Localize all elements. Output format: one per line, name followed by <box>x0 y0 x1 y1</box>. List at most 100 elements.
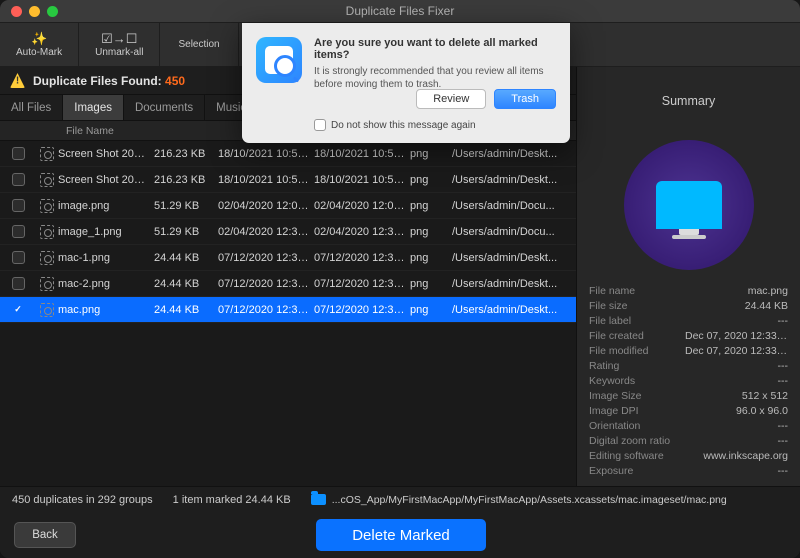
image-file-icon <box>40 303 54 317</box>
row-path: /Users/admin/Deskt... <box>452 174 576 186</box>
tab-all-files[interactable]: All Files <box>0 95 63 120</box>
found-label: Duplicate Files Found: <box>33 74 162 88</box>
row-ext: png <box>410 148 452 160</box>
property-key: Keywords <box>589 375 685 387</box>
table-row[interactable]: mac-1.png24.44 KB07/12/2020 12:34:...07/… <box>0 245 576 271</box>
row-size: 24.44 KB <box>154 304 218 316</box>
row-checkbox[interactable] <box>12 251 25 264</box>
property-value: --- <box>685 360 788 372</box>
trash-button[interactable]: Trash <box>494 89 556 109</box>
row-checkbox[interactable] <box>12 199 25 212</box>
property-key: Exposure <box>589 465 685 477</box>
row-date-created: 18/10/2021 10:55:... <box>218 174 314 186</box>
property-key: File created <box>589 330 685 342</box>
row-ext: png <box>410 304 452 316</box>
property-row: Digital zoom ratio--- <box>589 433 788 448</box>
minimize-icon[interactable] <box>29 6 40 17</box>
row-checkbox[interactable]: ✓ <box>12 303 25 316</box>
row-date-created: 07/12/2020 12:33:... <box>218 304 314 316</box>
unmarkall-label: Unmark-all <box>95 47 143 58</box>
property-key: Digital zoom ratio <box>589 435 685 447</box>
property-value: --- <box>685 465 788 477</box>
delete-marked-button[interactable]: Delete Marked <box>316 519 486 551</box>
row-date-modified: 07/12/2020 12:33:... <box>314 304 410 316</box>
property-row: Editing softwarewww.inkscape.org <box>589 448 788 463</box>
row-path: /Users/admin/Deskt... <box>452 148 576 160</box>
selection-button[interactable]: Selection <box>160 23 238 66</box>
row-size: 51.29 KB <box>154 226 218 238</box>
image-file-icon <box>40 251 54 265</box>
property-row: File size24.44 KB <box>589 298 788 313</box>
automark-button[interactable]: ✨ Auto-Mark <box>0 23 79 66</box>
row-checkbox[interactable] <box>12 173 25 186</box>
app-window: Duplicate Files Fixer ✨ Auto-Mark ☑→☐ Un… <box>0 0 800 558</box>
property-key: Editing software <box>589 450 685 462</box>
footer: Back Delete Marked <box>0 512 800 558</box>
property-value: --- <box>685 375 788 387</box>
row-filename: mac-2.png <box>58 278 154 290</box>
row-filename: mac.png <box>58 304 154 316</box>
table-row[interactable]: Screen Shot 2021-10-18 a...216.23 KB18/1… <box>0 141 576 167</box>
dont-show-checkbox[interactable]: Do not show this message again <box>314 119 556 131</box>
row-checkbox[interactable] <box>12 147 25 160</box>
row-size: 216.23 KB <box>154 174 218 186</box>
table-row[interactable]: mac-2.png24.44 KB07/12/2020 12:33:...07/… <box>0 271 576 297</box>
close-icon[interactable] <box>11 6 22 17</box>
property-value: 24.44 KB <box>685 300 788 312</box>
row-date-modified: 18/10/2021 10:55:... <box>314 148 410 160</box>
property-key: File size <box>589 300 685 312</box>
unmarkall-button[interactable]: ☑→☐ Unmark-all <box>79 23 160 66</box>
property-value: Dec 07, 2020 12:33:5... <box>685 330 788 342</box>
row-size: 51.29 KB <box>154 200 218 212</box>
row-path: /Users/admin/Deskt... <box>452 304 576 316</box>
tab-documents[interactable]: Documents <box>124 95 205 120</box>
tab-images[interactable]: Images <box>63 95 124 120</box>
maximize-icon[interactable] <box>47 6 58 17</box>
window-title: Duplicate Files Fixer <box>346 4 455 18</box>
app-icon <box>256 37 302 83</box>
property-row: File namemac.png <box>589 283 788 298</box>
table-body[interactable]: Screen Shot 2021-10-18 a...216.23 KB18/1… <box>0 141 576 486</box>
status-path: ...cOS_App/MyFirstMacApp/MyFirstMacApp/A… <box>332 494 727 506</box>
row-path: /Users/admin/Deskt... <box>452 252 576 264</box>
preview <box>577 135 800 275</box>
property-value: --- <box>685 315 788 327</box>
row-filename: mac-1.png <box>58 252 154 264</box>
row-ext: png <box>410 252 452 264</box>
back-button[interactable]: Back <box>14 522 76 548</box>
table-row[interactable]: image_1.png51.29 KB02/04/2020 12:34:...0… <box>0 219 576 245</box>
summary-title: Summary <box>577 67 800 135</box>
status-groups: 450 duplicates in 292 groups <box>12 494 153 506</box>
image-file-icon <box>40 173 54 187</box>
statusbar: 450 duplicates in 292 groups 1 item mark… <box>0 486 800 512</box>
properties: File namemac.pngFile size24.44 KBFile la… <box>577 275 800 486</box>
row-date-created: 02/04/2020 12:06:... <box>218 200 314 212</box>
row-date-created: 18/10/2021 10:55:... <box>218 148 314 160</box>
row-path: /Users/admin/Docu... <box>452 226 576 238</box>
row-ext: png <box>410 278 452 290</box>
review-button[interactable]: Review <box>416 89 486 109</box>
property-row: Image Size512 x 512 <box>589 388 788 403</box>
property-value: mac.png <box>685 285 788 297</box>
monitor-icon <box>656 181 722 229</box>
property-key: Orientation <box>589 420 685 432</box>
row-date-created: 07/12/2020 12:33:... <box>218 278 314 290</box>
automark-label: Auto-Mark <box>16 47 62 58</box>
table-row[interactable]: Screen Shot 2021-10-18 a...216.23 KB18/1… <box>0 167 576 193</box>
confirm-dialog: Are you sure you want to delete all mark… <box>242 23 570 143</box>
property-row: Keywords--- <box>589 373 788 388</box>
folder-icon <box>311 494 326 505</box>
row-date-created: 02/04/2020 12:34:... <box>218 226 314 238</box>
property-key: Image Size <box>589 390 685 402</box>
titlebar: Duplicate Files Fixer <box>0 0 800 23</box>
row-size: 216.23 KB <box>154 148 218 160</box>
property-value: 96.0 x 96.0 <box>685 405 788 417</box>
dialog-text: It is strongly recommended that you revi… <box>314 65 556 91</box>
table-row[interactable]: ✓mac.png24.44 KB07/12/2020 12:33:...07/1… <box>0 297 576 323</box>
row-date-created: 07/12/2020 12:34:... <box>218 252 314 264</box>
row-checkbox[interactable] <box>12 277 25 290</box>
property-value: www.inkscape.org <box>685 450 788 462</box>
table-row[interactable]: image.png51.29 KB02/04/2020 12:06:...02/… <box>0 193 576 219</box>
row-checkbox[interactable] <box>12 225 25 238</box>
property-value: 512 x 512 <box>685 390 788 402</box>
